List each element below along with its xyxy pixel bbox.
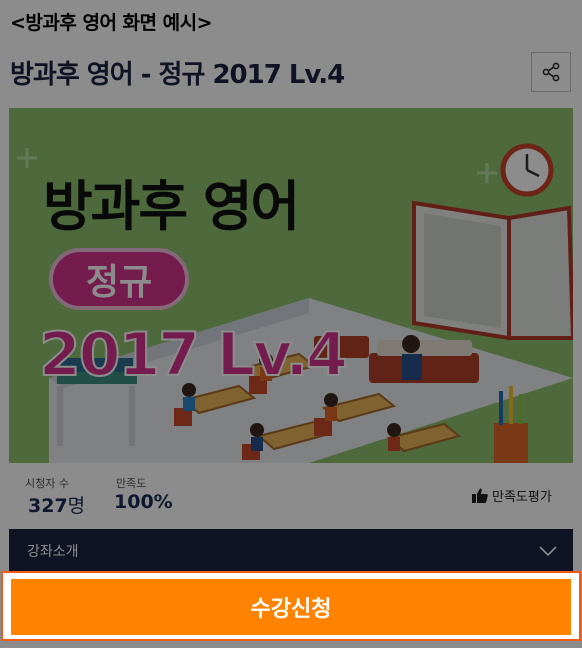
share-icon xyxy=(542,62,560,82)
cta-highlight: 수강신청 xyxy=(1,571,581,641)
enroll-button[interactable]: 수강신청 xyxy=(11,579,571,635)
accordion-label: 강좌소개 xyxy=(27,544,79,560)
course-stats: 시청자 수 327명 만족도 100% 만족도평가 xyxy=(0,463,582,529)
banner-pill: 정규 xyxy=(49,248,189,310)
satisfaction-value: 100% xyxy=(114,491,173,513)
screen-caption: <방과후 영어 화면 예시> xyxy=(10,12,213,34)
course-intro-accordion[interactable]: 강좌소개 xyxy=(9,529,573,573)
share-button[interactable] xyxy=(531,52,571,92)
rate-label: 만족도평가 xyxy=(492,490,552,505)
viewers-unit: 명 xyxy=(67,495,86,517)
viewers-value: 327 xyxy=(28,495,68,517)
course-banner: 방과후 영어 정규 2017 Lv.4 xyxy=(9,108,573,463)
banner-level: 2017 Lv.4 xyxy=(38,319,349,391)
satisfaction-label: 만족도 xyxy=(116,477,147,490)
thumbs-up-icon xyxy=(472,488,488,503)
banner-title: 방과후 영어 xyxy=(43,175,300,238)
chevron-down-icon xyxy=(539,546,557,556)
viewers-label: 시청자 수 xyxy=(25,477,69,490)
app-screen: <방과후 영어 화면 예시> 방과후 영어 - 정규 2017 Lv.4 방과후… xyxy=(0,0,582,648)
viewers-count: 327명 xyxy=(28,491,85,518)
course-title: 방과후 영어 - 정규 2017 Lv.4 xyxy=(10,60,345,90)
rate-satisfaction-button[interactable]: 만족도평가 xyxy=(472,486,552,505)
clock-icon xyxy=(500,143,554,197)
